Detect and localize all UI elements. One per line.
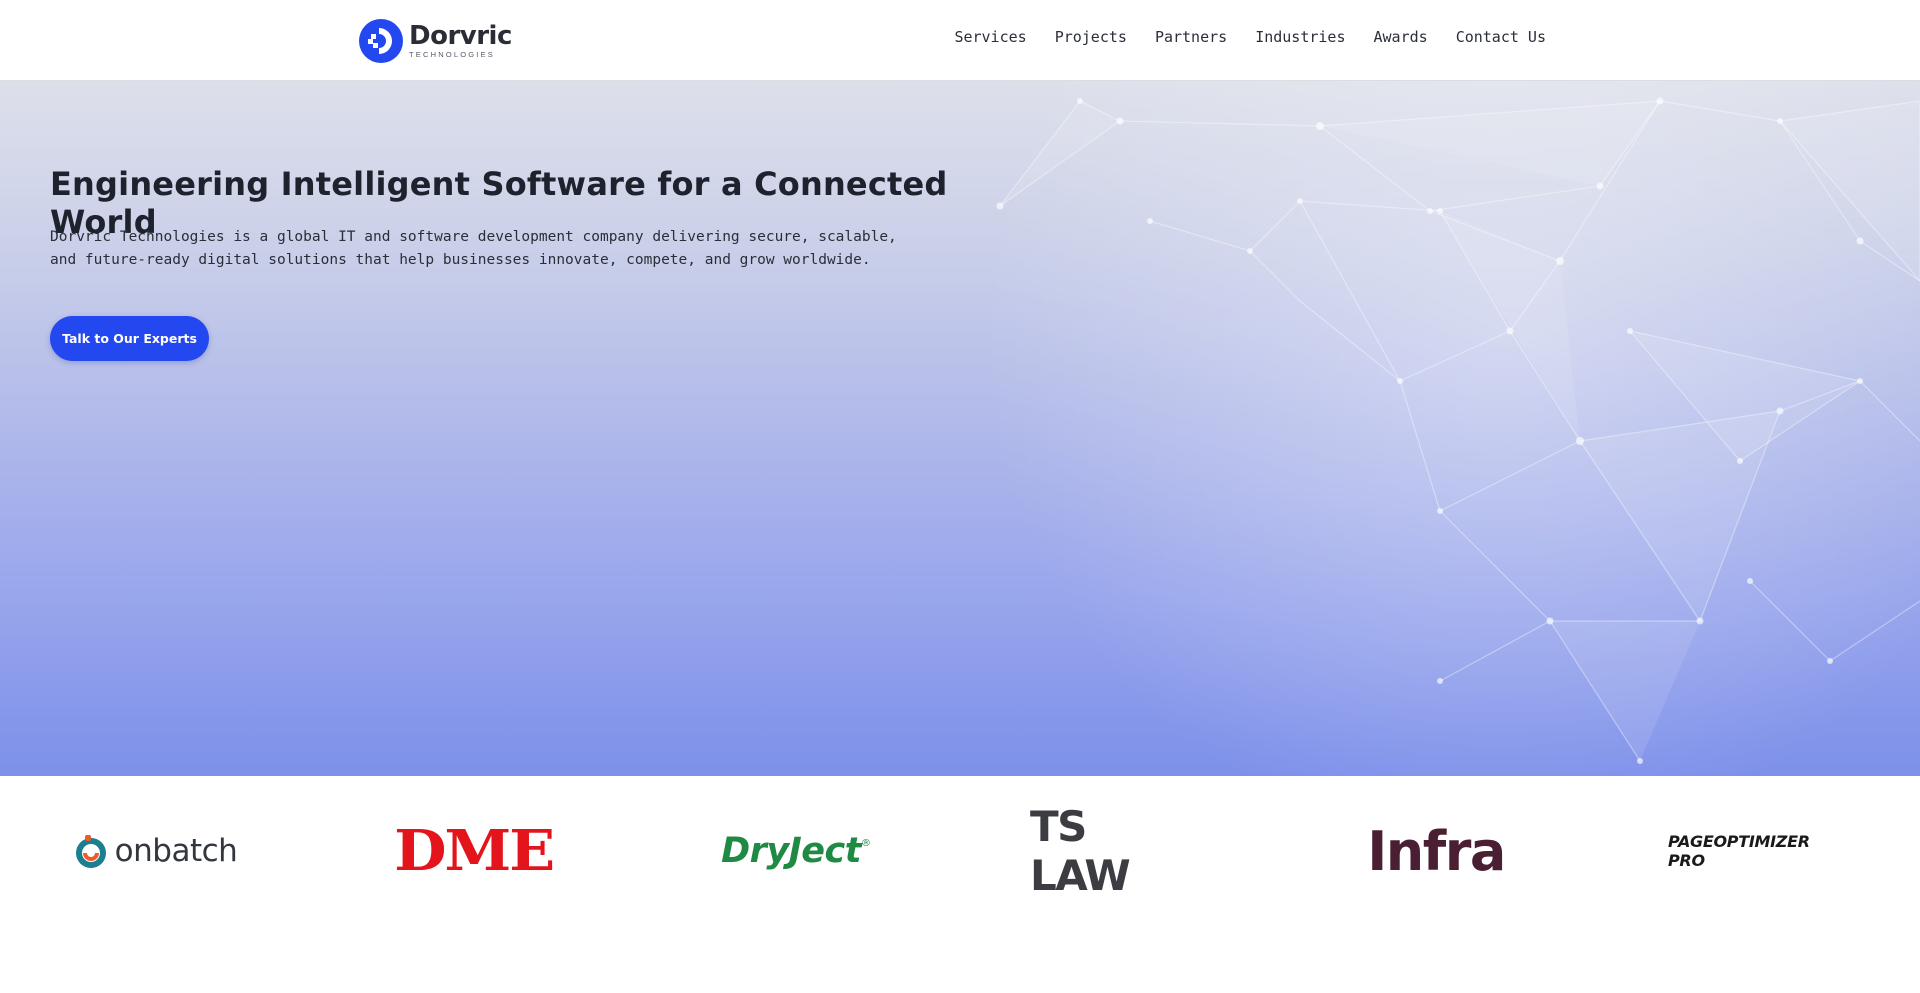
registered-mark: ®	[860, 838, 871, 849]
nav-industries[interactable]: Industries	[1255, 28, 1345, 46]
hero-section: Engineering Intelligent Software for a C…	[0, 81, 1920, 776]
dme-label: DME	[394, 818, 555, 884]
main-nav: Services Projects Partners Industries Aw…	[954, 28, 1546, 46]
partner-logo-dryject: DryJect ®	[710, 816, 882, 886]
partner-logos-strip: onbatch DME DryJect ® TS LAW Infra PAGEO…	[0, 776, 1920, 993]
nav-contact-us[interactable]: Contact Us	[1456, 28, 1546, 46]
nav-awards[interactable]: Awards	[1374, 28, 1428, 46]
partner-logo-dme: DME	[394, 816, 555, 886]
logo-subtitle: TECHNOLOGIES	[409, 50, 495, 59]
hero-description: Dorvric Technologies is a global IT and …	[50, 229, 897, 268]
onbatch-label: onbatch	[114, 833, 238, 869]
site-logo[interactable]: Dorvric TECHNOLOGIES	[359, 18, 512, 64]
dorvric-logo-icon	[359, 19, 403, 63]
nav-projects[interactable]: Projects	[1055, 28, 1127, 46]
logo-name: Dorvric	[409, 21, 512, 51]
ts-law-label: TS LAW	[1030, 802, 1131, 900]
dryject-label: DryJect	[721, 831, 861, 871]
onbatch-swirl-icon	[75, 835, 106, 868]
logo-text: Dorvric TECHNOLOGIES	[409, 23, 512, 59]
talk-to-experts-button[interactable]: Talk to Our Experts	[50, 316, 209, 361]
partner-logo-infra: Infra	[1366, 816, 1506, 886]
partner-logo-ts-law: TS LAW	[1030, 802, 1196, 900]
pageoptimizer-pro-label: PAGEOPTIMIZER PRO	[1668, 832, 1810, 870]
partner-logo-pageoptimizer-pro: PAGEOPTIMIZER PRO	[1668, 816, 1842, 886]
nav-partners[interactable]: Partners	[1155, 28, 1227, 46]
site-header: Dorvric TECHNOLOGIES Services Projects P…	[0, 0, 1920, 81]
nav-services[interactable]: Services	[954, 28, 1026, 46]
partner-logo-onbatch: onbatch	[68, 816, 240, 886]
infra-label: Infra	[1367, 819, 1506, 883]
